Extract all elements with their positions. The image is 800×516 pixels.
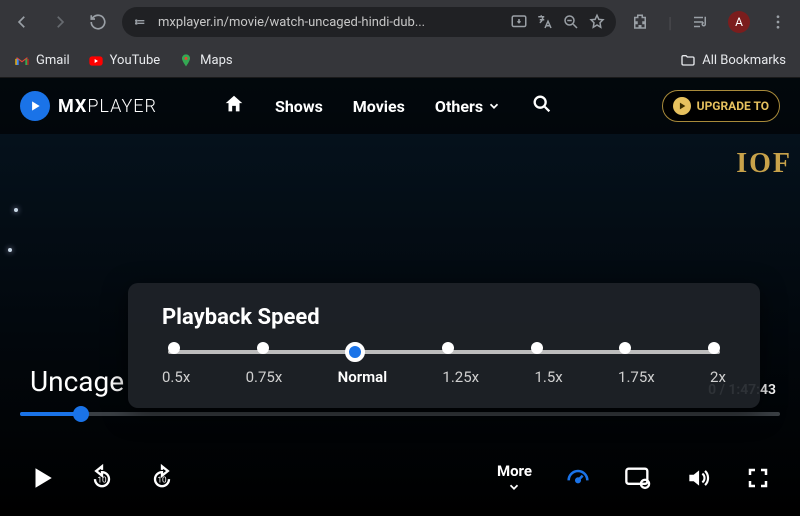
- url-text: mxplayer.in/movie/watch-uncaged-hindi-du…: [158, 15, 502, 30]
- folder-icon: [680, 53, 696, 69]
- chevron-down-icon: [506, 480, 522, 494]
- zoom-icon[interactable]: [562, 13, 580, 31]
- speed-option-label[interactable]: 0.75x: [246, 368, 283, 386]
- play-logo-icon: [20, 91, 50, 121]
- gold-play-icon: [673, 97, 691, 115]
- speed-button[interactable]: [564, 464, 592, 492]
- site-nav: Shows Movies Others: [223, 93, 553, 119]
- gmail-icon: [14, 53, 30, 69]
- player-controls: 10 10 More: [0, 440, 800, 516]
- speed-labels: 0.5x 0.75x Normal 1.25x 1.5x 1.75x 2x: [162, 368, 726, 386]
- volume-button[interactable]: [684, 464, 712, 492]
- bookmark-label: Maps: [200, 53, 232, 68]
- nav-shows[interactable]: Shows: [275, 97, 323, 116]
- brand-thin: PLAYER: [87, 96, 157, 117]
- bookmark-gmail[interactable]: Gmail: [14, 53, 70, 69]
- back-button[interactable]: [8, 8, 36, 36]
- extensions-icon[interactable]: [626, 8, 654, 36]
- maps-icon: [178, 53, 194, 69]
- svg-text:10: 10: [97, 475, 107, 485]
- play-button[interactable]: [28, 464, 56, 492]
- speed-option-dot[interactable]: [442, 342, 454, 354]
- nav-movies[interactable]: Movies: [353, 97, 405, 116]
- speed-option-dot[interactable]: [708, 342, 720, 354]
- speed-option-label[interactable]: 0.5x: [162, 368, 190, 386]
- seek-fill: [20, 412, 81, 416]
- bookmark-maps[interactable]: Maps: [178, 53, 232, 69]
- bookmark-label: YouTube: [110, 53, 161, 68]
- speed-option-dot[interactable]: [619, 342, 631, 354]
- more-button[interactable]: More: [497, 462, 532, 494]
- browser-menu-icon[interactable]: [764, 8, 792, 36]
- home-icon[interactable]: [223, 93, 245, 119]
- translate-icon[interactable]: [536, 13, 554, 31]
- profile-avatar[interactable]: A: [728, 11, 750, 33]
- speed-option-label[interactable]: Normal: [338, 368, 387, 386]
- video-watermark: IOF: [736, 148, 792, 180]
- seek-thumb[interactable]: [73, 406, 89, 422]
- fullscreen-button[interactable]: [744, 464, 772, 492]
- chevron-down-icon: [487, 99, 501, 113]
- speed-option-dot[interactable]: [257, 342, 269, 354]
- site-header: MXPLAYER Shows Movies Others UPGRADE TO: [0, 78, 800, 134]
- seek-bar[interactable]: [20, 412, 780, 416]
- nav-others[interactable]: Others: [435, 97, 501, 116]
- forward-button[interactable]: [46, 8, 74, 36]
- brand-bold: MX: [58, 96, 87, 117]
- upgrade-button[interactable]: UPGRADE TO: [662, 90, 780, 122]
- forward-10-button[interactable]: 10: [148, 464, 176, 492]
- video-player: MXPLAYER Shows Movies Others UPGRADE TO …: [0, 78, 800, 516]
- bookmark-label: Gmail: [36, 53, 70, 68]
- bookmark-youtube[interactable]: YouTube: [88, 53, 161, 69]
- speed-option-label[interactable]: 1.25x: [442, 368, 479, 386]
- site-info-icon[interactable]: [132, 13, 150, 31]
- upgrade-label: UPGRADE TO: [697, 99, 769, 113]
- speed-option-dot[interactable]: [345, 342, 365, 362]
- bookmark-label: All Bookmarks: [702, 53, 786, 68]
- all-bookmarks-button[interactable]: All Bookmarks: [680, 53, 786, 69]
- bookmark-star-icon[interactable]: [588, 13, 606, 31]
- reload-button[interactable]: [84, 8, 112, 36]
- svg-text:10: 10: [157, 475, 167, 485]
- address-bar[interactable]: mxplayer.in/movie/watch-uncaged-hindi-du…: [122, 7, 616, 37]
- install-app-icon[interactable]: [510, 13, 528, 31]
- video-title: Uncage: [30, 365, 124, 398]
- quality-settings-button[interactable]: [624, 464, 652, 492]
- media-control-icon[interactable]: [686, 8, 714, 36]
- playback-speed-panel: Playback Speed 0.5x 0.75x Normal 1.25x 1.5x 1…: [128, 283, 760, 408]
- speed-option-label[interactable]: 1.5x: [534, 368, 562, 386]
- youtube-icon: [88, 53, 104, 69]
- speed-option-dot[interactable]: [531, 342, 543, 354]
- speed-option-dot[interactable]: [168, 342, 180, 354]
- search-icon[interactable]: [531, 93, 553, 119]
- mxplayer-logo[interactable]: MXPLAYER: [20, 91, 157, 121]
- speed-slider[interactable]: [168, 350, 720, 354]
- speed-option-label[interactable]: 2x: [710, 368, 726, 386]
- speed-option-label[interactable]: 1.75x: [618, 368, 655, 386]
- bookmarks-bar: Gmail YouTube Maps All Bookmarks: [0, 44, 800, 78]
- more-label: More: [497, 462, 532, 480]
- browser-toolbar: mxplayer.in/movie/watch-uncaged-hindi-du…: [0, 0, 800, 44]
- speed-heading: Playback Speed: [162, 305, 726, 330]
- rewind-10-button[interactable]: 10: [88, 464, 116, 492]
